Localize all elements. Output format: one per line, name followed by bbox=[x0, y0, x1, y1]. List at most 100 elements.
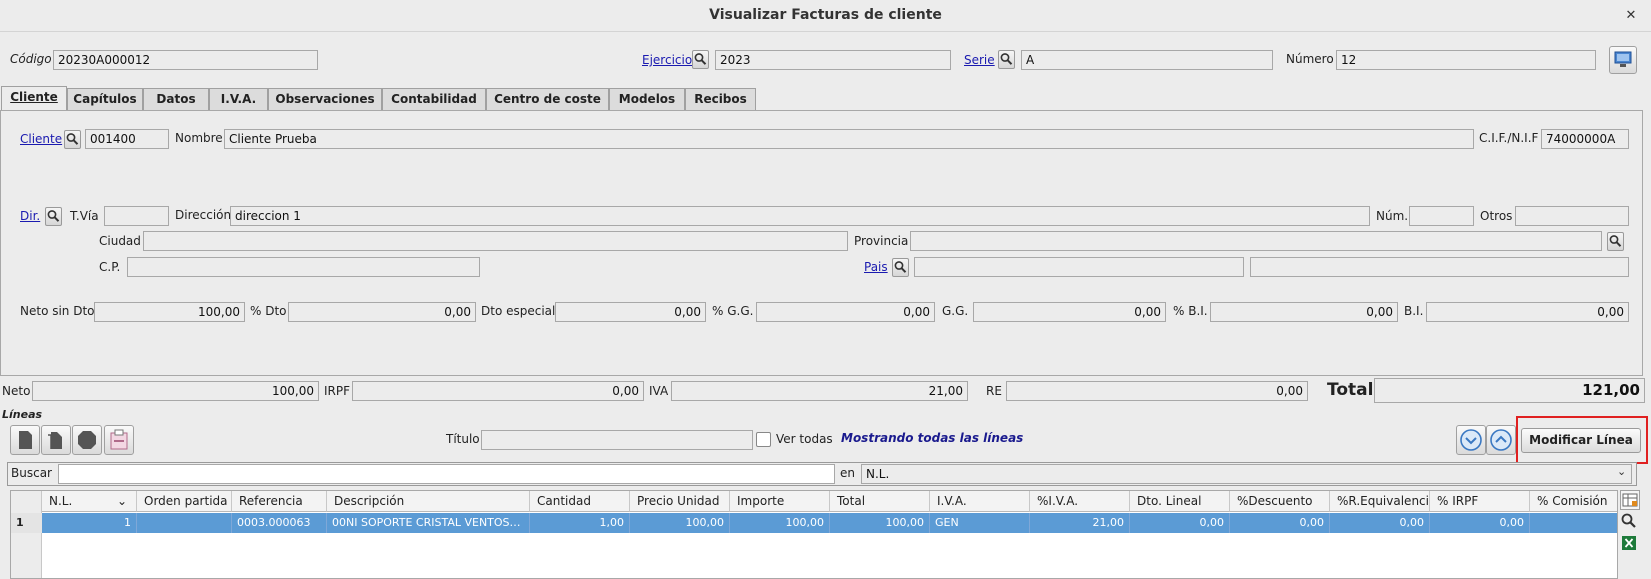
cliente-link[interactable]: Cliente bbox=[20, 130, 62, 149]
tab-iva[interactable]: I.V.A. bbox=[209, 88, 268, 110]
column-header[interactable]: Total bbox=[830, 491, 930, 512]
tvia-field[interactable] bbox=[104, 206, 169, 226]
close-icon[interactable]: ✕ bbox=[1620, 5, 1642, 27]
dir-search-icon[interactable] bbox=[45, 207, 62, 226]
provincia-field[interactable] bbox=[910, 231, 1602, 251]
modificar-linea-button[interactable]: Modificar Línea bbox=[1521, 428, 1641, 453]
num-label: Núm. bbox=[1376, 209, 1409, 223]
cell: 0003.000063 bbox=[232, 513, 327, 533]
column-header[interactable]: Referencia bbox=[232, 491, 327, 512]
tab-datos[interactable]: Datos bbox=[143, 88, 209, 110]
neto-field[interactable]: 100,00 bbox=[32, 381, 319, 401]
serie-link[interactable]: Serie bbox=[964, 51, 995, 70]
column-header[interactable]: N.L. ⌄ bbox=[42, 491, 137, 512]
pais-name-field[interactable] bbox=[1250, 257, 1629, 277]
otros-field[interactable] bbox=[1515, 206, 1629, 226]
cp-label: C.P. bbox=[99, 260, 121, 274]
num-field[interactable] bbox=[1409, 206, 1474, 226]
delete-line-icon[interactable] bbox=[72, 425, 102, 455]
column-header[interactable]: % Comisión bbox=[1530, 491, 1617, 512]
tab-centro-de-coste[interactable]: Centro de coste bbox=[486, 88, 609, 110]
column-header[interactable]: Precio Unidad bbox=[630, 491, 730, 512]
pct-bi-field[interactable]: 0,00 bbox=[1210, 302, 1398, 322]
pais-link[interactable]: Pais bbox=[864, 258, 888, 277]
column-header[interactable]: I.V.A. bbox=[930, 491, 1030, 512]
iva-field[interactable]: 21,00 bbox=[671, 381, 968, 401]
ejercicio-search-icon[interactable] bbox=[692, 50, 709, 69]
tab-cliente-label: Cliente bbox=[10, 90, 58, 104]
direccion-field[interactable]: direccion 1 bbox=[230, 206, 1370, 226]
ver-todas-label: Ver todas bbox=[776, 432, 833, 446]
search-input[interactable] bbox=[58, 464, 835, 484]
ejercicio-link[interactable]: Ejercicio bbox=[642, 51, 692, 70]
provincia-label: Provincia bbox=[854, 234, 909, 248]
total-field[interactable]: 121,00 bbox=[1374, 378, 1645, 403]
import-lines-icon[interactable] bbox=[104, 425, 134, 455]
check-up-icon[interactable] bbox=[1486, 425, 1516, 455]
numero-field[interactable]: 12 bbox=[1336, 50, 1596, 70]
monitor-icon[interactable] bbox=[1609, 46, 1637, 74]
column-header[interactable]: Dto. Lineal bbox=[1130, 491, 1230, 512]
tab-capitulos[interactable]: Capítulos bbox=[67, 88, 143, 110]
nombre-field[interactable]: Cliente Prueba bbox=[224, 129, 1474, 149]
column-header[interactable]: %Descuento bbox=[1230, 491, 1330, 512]
column-header[interactable]: %I.V.A. bbox=[1030, 491, 1130, 512]
pais-search-icon[interactable] bbox=[892, 258, 909, 277]
cell: 0,00 bbox=[1430, 513, 1530, 533]
pct-gg-field[interactable]: 0,00 bbox=[756, 302, 935, 322]
column-header[interactable]: %R.Equivalencia bbox=[1330, 491, 1430, 512]
window-title: Visualizar Facturas de cliente bbox=[709, 7, 942, 23]
tab-recibos[interactable]: Recibos bbox=[685, 88, 756, 110]
check-down-icon[interactable] bbox=[1456, 425, 1486, 455]
table-row[interactable]: 1 0003.000063 00NI SOPORTE CRISTAL VENTO… bbox=[42, 513, 1617, 533]
tab-modelos[interactable]: Modelos bbox=[609, 88, 685, 110]
status-text: Mostrando todas las líneas bbox=[841, 431, 1024, 445]
en-label: en bbox=[840, 466, 855, 480]
ejercicio-field[interactable]: 2023 bbox=[715, 50, 951, 70]
dir-link[interactable]: Dir. bbox=[20, 207, 40, 226]
pais-code-field[interactable] bbox=[914, 257, 1244, 277]
new-line-icon[interactable] bbox=[10, 425, 40, 455]
buscar-label: Buscar bbox=[11, 466, 52, 480]
dto-especial-field[interactable]: 0,00 bbox=[555, 302, 706, 322]
cell bbox=[137, 513, 232, 533]
tab-observaciones[interactable]: Observaciones bbox=[268, 88, 382, 110]
irpf-label: IRPF bbox=[324, 384, 351, 398]
cell: 1 bbox=[42, 513, 137, 533]
column-header[interactable]: Cantidad bbox=[530, 491, 630, 512]
cell: 100,00 bbox=[830, 513, 930, 533]
column-header[interactable]: Importe bbox=[730, 491, 830, 512]
table-search-icon[interactable] bbox=[1620, 512, 1640, 532]
gg-field[interactable]: 0,00 bbox=[973, 302, 1166, 322]
cp-field[interactable] bbox=[127, 257, 480, 277]
tab-cliente[interactable]: Cliente bbox=[1, 86, 67, 110]
tab-contabilidad[interactable]: Contabilidad bbox=[382, 88, 486, 110]
provincia-search-icon[interactable] bbox=[1607, 232, 1624, 251]
serie-search-icon[interactable] bbox=[998, 50, 1015, 69]
search-column-select[interactable]: N.L. bbox=[861, 464, 1632, 484]
cliente-code-field[interactable]: 001400 bbox=[85, 129, 169, 149]
neto-sin-dto-field[interactable]: 100,00 bbox=[94, 302, 245, 322]
codigo-field[interactable]: 20230A000012 bbox=[53, 50, 318, 70]
row-header-column bbox=[11, 491, 42, 578]
column-header[interactable]: Descripción bbox=[327, 491, 530, 512]
row-number[interactable]: 1 bbox=[11, 513, 42, 533]
column-header[interactable]: % IRPF bbox=[1430, 491, 1530, 512]
pct-dto-field[interactable]: 0,00 bbox=[288, 302, 476, 322]
ver-todas-checkbox[interactable] bbox=[756, 432, 771, 447]
cliente-search-icon[interactable] bbox=[64, 130, 81, 149]
codigo-label: Código bbox=[10, 52, 52, 66]
cell: 100,00 bbox=[630, 513, 730, 533]
serie-field[interactable]: A bbox=[1021, 50, 1273, 70]
excel-export-icon[interactable] bbox=[1620, 534, 1640, 554]
irpf-field[interactable]: 0,00 bbox=[352, 381, 644, 401]
column-header[interactable]: Orden partida bbox=[137, 491, 232, 512]
bi-field[interactable]: 0,00 bbox=[1426, 302, 1629, 322]
ciudad-field[interactable] bbox=[143, 231, 848, 251]
titulo-field[interactable] bbox=[481, 430, 753, 450]
pct-gg-label: % G.G. bbox=[712, 304, 754, 318]
re-field[interactable]: 0,00 bbox=[1006, 381, 1308, 401]
column-config-icon[interactable] bbox=[1620, 490, 1640, 510]
copy-line-icon[interactable] bbox=[41, 425, 71, 455]
cif-field[interactable]: 74000000A bbox=[1541, 129, 1629, 149]
